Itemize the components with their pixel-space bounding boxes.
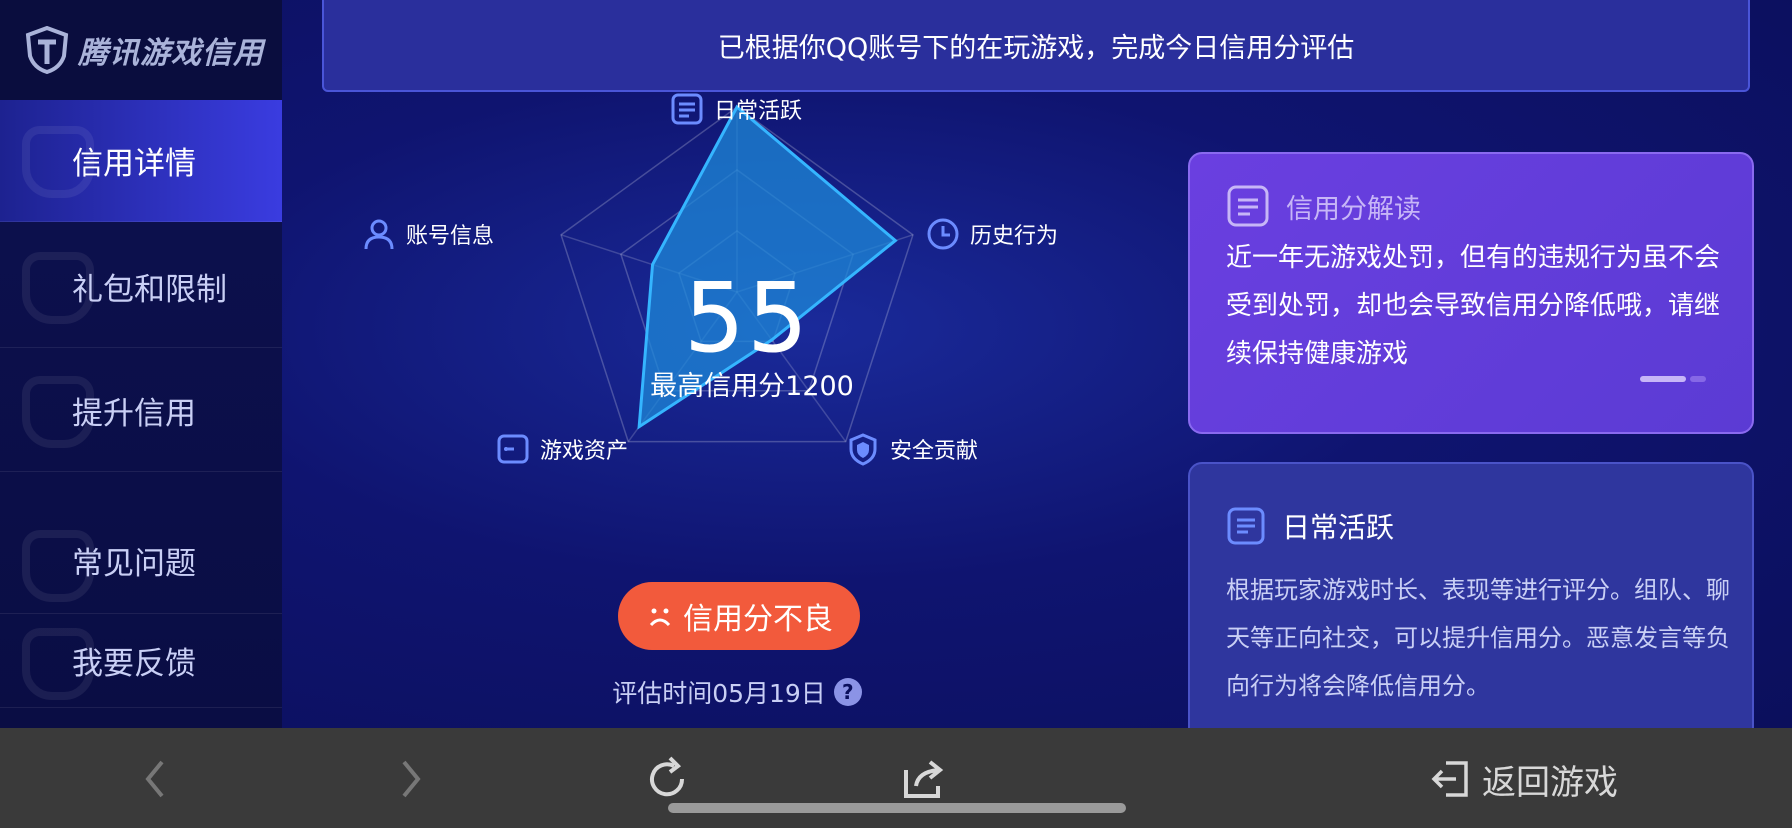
refresh-button[interactable]: [644, 752, 692, 806]
shield-logo-icon: [25, 26, 69, 74]
logo: 腾讯游戏信用: [0, 0, 282, 100]
chevron-right-icon: [402, 760, 421, 798]
pagination-dot: [1690, 376, 1706, 382]
shield-icon: [846, 432, 880, 466]
max-score-label: 最高信用分1200: [650, 371, 854, 402]
axis-label-history: 历史行为: [926, 217, 1058, 251]
credit-score: 55: [683, 262, 811, 374]
assessment-banner: 已根据你QQ账号下的在玩游戏，完成今日信用分评估: [322, 0, 1750, 92]
axis-label-text: 日常活跃: [714, 99, 803, 124]
card-header: 信用分解读: [1226, 184, 1421, 228]
evaluation-time: 评估时间05月19日 ?: [522, 674, 952, 710]
sidebar-item-label: 礼包和限制: [72, 272, 227, 308]
sidebar-item-label: 信用详情: [72, 146, 196, 182]
sidebar-item-improve-credit[interactable]: 提升信用: [0, 350, 282, 472]
pagination-dot-active: [1640, 376, 1686, 382]
sidebar-item-label: 提升信用: [72, 396, 196, 432]
main-content: 已根据你QQ账号下的在玩游戏，完成今日信用分评估 55 最高信用分1200 日常…: [282, 0, 1792, 728]
card-body: 近一年无游戏处罚，但有的违规行为虽不会受到处罚，却也会导致信用分降低哦，请继续保…: [1226, 243, 1721, 369]
share-button[interactable]: [900, 752, 948, 806]
bottom-toolbar: 返回游戏: [0, 728, 1792, 828]
sidebar-item-label: 我要反馈: [72, 646, 196, 682]
axis-label-text: 游戏资产: [540, 439, 629, 464]
axis-label-account: 账号信息: [362, 217, 494, 251]
logo-text: 腾讯游戏信用: [78, 36, 264, 71]
eval-time-text: 评估时间05月19日: [612, 679, 826, 708]
sidebar-item-label: 常见问题: [72, 546, 196, 582]
pagination-dots: [1640, 376, 1706, 382]
wallet-icon: [496, 432, 530, 466]
daily-active-card: 日常活跃 根据玩家游戏时长、表现等进行评分。组队、聊天等正向社交，可以提升信用分…: [1188, 462, 1754, 728]
card-body: 根据玩家游戏时长、表现等进行评分。组队、聊天等正向社交，可以提升信用分。恶意发言…: [1226, 576, 1730, 700]
axis-label-text: 账号信息: [406, 224, 495, 249]
banner-text: 已根据你QQ账号下的在玩游戏，完成今日信用分评估: [717, 32, 1355, 64]
axis-label-text: 安全贡献: [890, 439, 979, 464]
credit-status-badge: 信用分不良: [618, 582, 860, 650]
home-indicator: [668, 803, 1126, 813]
card-title: 信用分解读: [1286, 193, 1421, 225]
sidebar: 腾讯游戏信用 信用详情 礼包和限制 提升信用 常见问题 我要反馈: [0, 0, 282, 728]
axis-label-daily-active: 日常活跃: [670, 92, 802, 126]
clock-icon: [926, 217, 960, 251]
status-label: 信用分不良: [683, 602, 833, 637]
user-icon: [362, 217, 396, 251]
share-icon: [904, 760, 944, 798]
card-title: 日常活跃: [1282, 511, 1395, 544]
axis-label-security: 安全贡献: [846, 432, 978, 466]
refresh-icon: [650, 756, 685, 797]
sidebar-item-gifts-restrictions[interactable]: 礼包和限制: [0, 226, 282, 348]
card-header: 日常活跃: [1226, 506, 1394, 546]
chevron-left-icon: [145, 760, 164, 798]
forward-button[interactable]: [394, 752, 428, 806]
document-icon: [1227, 185, 1269, 227]
sad-face-icon: [649, 608, 671, 627]
axis-label-assets: 游戏资产: [496, 432, 628, 466]
radar-chart: 55 最高信用分1200 日常活跃 历史行为 安全贡献 游戏资产 账号信息 信用…: [282, 92, 1182, 728]
help-icon[interactable]: ?: [833, 678, 862, 706]
return-to-game-label: 返回游戏: [1482, 762, 1618, 803]
return-to-game-button[interactable]: 返回游戏: [1428, 752, 1618, 806]
axis-label-text: 历史行为: [970, 224, 1059, 249]
credit-interpretation-card: 信用分解读 近一年无游戏处罚，但有的违规行为虽不会受到处罚，却也会导致信用分降低…: [1188, 152, 1754, 434]
sidebar-item-faq[interactable]: 常见问题: [0, 508, 282, 614]
sidebar-item-credit-details[interactable]: 信用详情: [0, 100, 282, 222]
sidebar-item-feedback[interactable]: 我要反馈: [0, 614, 282, 708]
list-icon: [670, 92, 704, 126]
list-icon: [1227, 507, 1265, 545]
back-button[interactable]: [138, 752, 172, 806]
exit-icon: [1431, 761, 1468, 797]
